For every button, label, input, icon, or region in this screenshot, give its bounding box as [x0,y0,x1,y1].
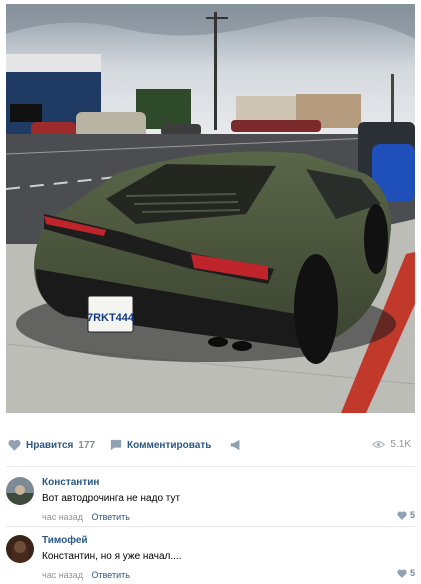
share-button[interactable] [230,439,242,451]
like-button[interactable]: Нравится 177 [8,439,95,451]
comment-icon [110,439,122,451]
license-plate-text: 7RKT444 [87,312,135,324]
megaphone-icon [230,439,240,451]
views-indicator: 5.1K [372,439,411,450]
comment-item: Тимофей Константин, но я уже начал.... ч… [0,532,421,584]
heart-icon [397,511,407,520]
views-count: 5.1K [390,439,411,450]
comment-like-button[interactable]: 5 [397,568,415,578]
divider [6,526,415,527]
avatar[interactable] [6,477,34,505]
heart-icon [397,569,407,578]
like-count: 177 [78,439,96,451]
comment-text: Константин, но я уже начал.... [42,551,182,562]
comment-time[interactable]: час назад [42,512,83,522]
comment-like-count: 5 [409,510,415,520]
comment-like-count: 5 [409,568,415,578]
comment-meta: час назад Ответить [42,512,130,522]
comment-author[interactable]: Константин [42,477,99,488]
divider [6,466,415,467]
post-actions-bar: Нравится 177 Комментировать 5.1K [0,430,421,464]
heart-icon [8,439,21,451]
comment-button[interactable]: Комментировать [110,439,211,451]
avatar[interactable] [6,535,34,563]
eye-icon [372,441,386,448]
reply-button[interactable]: Ответить [91,512,129,522]
comment-text: Вот автодрочинга не надо тут [42,493,181,504]
comment-time[interactable]: час назад [42,570,83,580]
comment-like-button[interactable]: 5 [397,510,415,520]
like-label: Нравится [26,439,74,451]
post-photo[interactable]: 7RKT444 [6,4,415,413]
comment-item: Константин Вот автодрочинга не надо тут … [0,474,421,534]
lamborghini-photo: 7RKT444 [6,4,415,413]
reply-button[interactable]: Ответить [91,570,129,580]
comment-author[interactable]: Тимофей [42,535,88,546]
comment-label: Комментировать [127,439,212,451]
comment-meta: час назад Ответить [42,570,130,580]
